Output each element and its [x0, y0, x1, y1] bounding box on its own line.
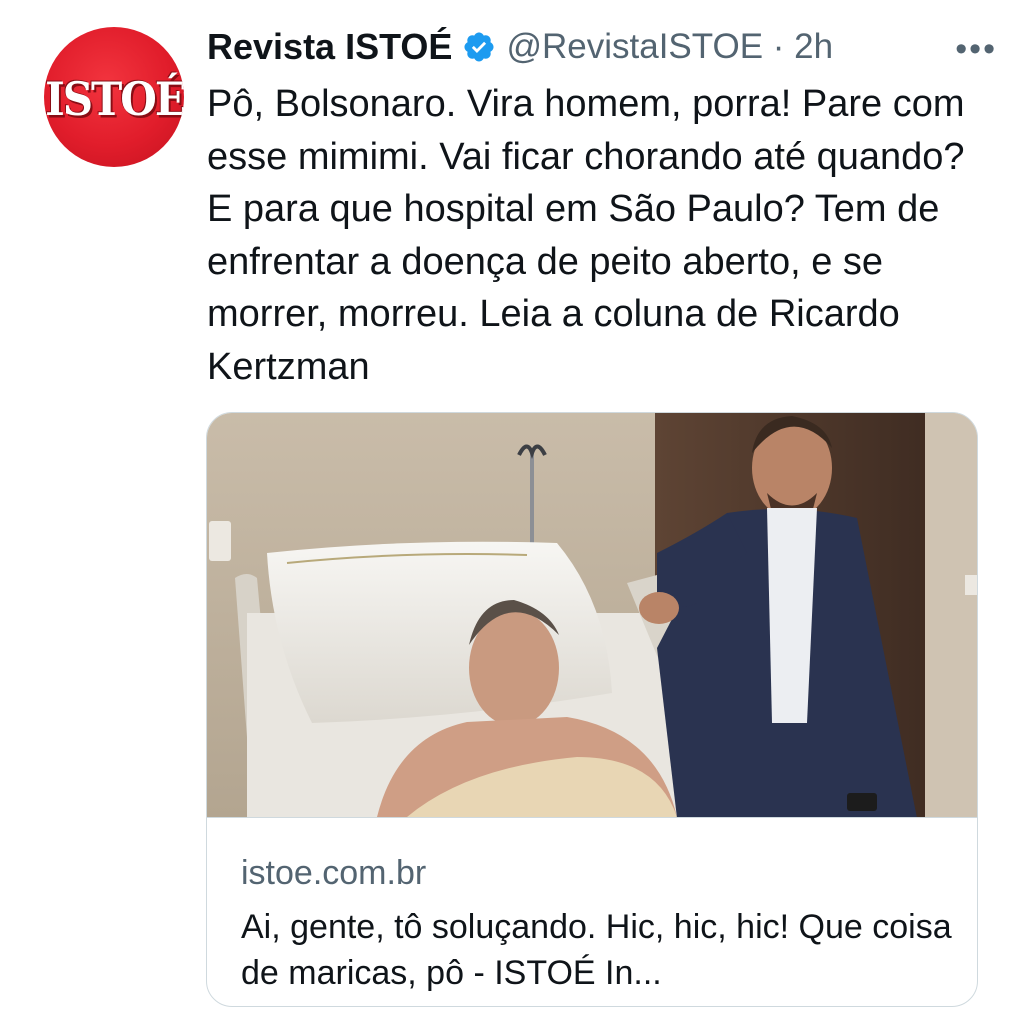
card-meta: istoe.com.br Ai, gente, tô soluçando. Hi… — [207, 817, 977, 1006]
card-photo-hospital-room — [207, 413, 977, 817]
author-avatar[interactable]: ISTOÉ — [44, 27, 184, 167]
avatar-logo-text: ISTOÉ — [45, 73, 184, 126]
author-handle-time[interactable]: @RevistaISTOE · 2h — [506, 27, 833, 67]
author-name[interactable]: Revista ISTOÉ — [207, 26, 452, 68]
tweet-header: Revista ISTOÉ @RevistaISTOE · 2h ••• — [207, 22, 997, 72]
more-options-icon[interactable]: ••• — [955, 30, 997, 69]
verified-badge-icon — [464, 32, 494, 62]
link-card[interactable]: istoe.com.br Ai, gente, tô soluçando. Hi… — [206, 412, 978, 1007]
tweet-text: Pô, Bolsonaro. Vira homem, porra! Pare c… — [207, 83, 965, 388]
card-domain: istoe.com.br — [241, 854, 427, 892]
card-title: Ai, gente, tô soluçando. Hic, hic, hic! … — [241, 908, 952, 992]
